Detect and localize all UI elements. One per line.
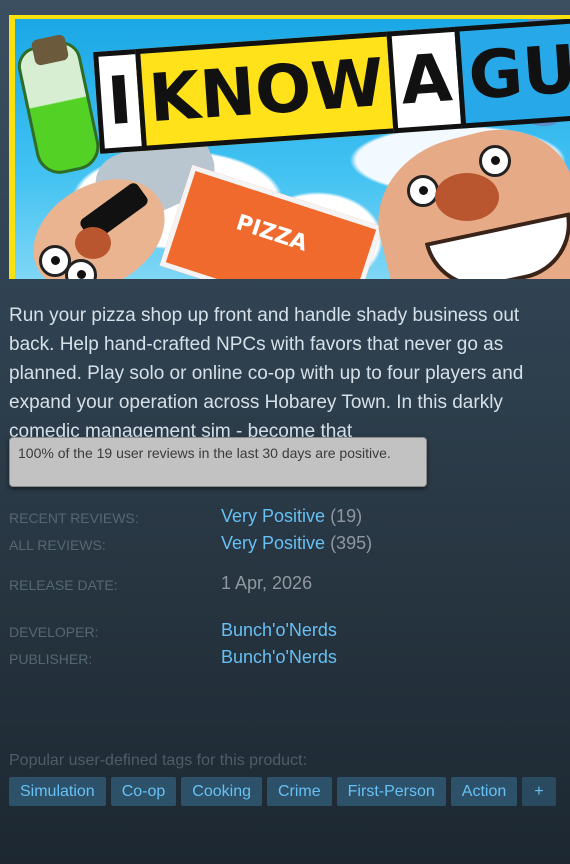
recent-reviews-row: RECENT REVIEWS: Very Positive (19)	[9, 506, 559, 530]
recent-reviews-summary[interactable]: Very Positive (19)	[221, 506, 362, 527]
game-capsule-image: PIZZA I KNOW A GUY	[9, 15, 570, 279]
review-tooltip: 100% of the 19 user reviews in the last …	[9, 437, 427, 487]
game-description: Run your pizza shop up front and handle …	[9, 305, 524, 442]
logo-part: GUY	[454, 15, 570, 129]
recent-reviews-rating[interactable]: Very Positive	[221, 506, 325, 526]
publisher-row: PUBLISHER: Bunch'o'Nerds	[9, 647, 559, 671]
capsule-eye	[407, 175, 439, 207]
tag-simulation[interactable]: Simulation	[9, 777, 106, 806]
all-reviews-label: ALL REVIEWS:	[9, 537, 106, 553]
all-reviews-count: (395)	[330, 533, 373, 553]
tag-co-op[interactable]: Co-op	[110, 777, 177, 806]
release-date-value: 1 Apr, 2026	[221, 573, 313, 593]
all-reviews-summary[interactable]: Very Positive (395)	[221, 533, 372, 554]
publisher-label: PUBLISHER:	[9, 651, 93, 667]
all-reviews-row: ALL REVIEWS: Very Positive (395)	[9, 533, 559, 557]
tag-cooking[interactable]: Cooking	[181, 777, 262, 806]
logo-part: A	[386, 26, 467, 134]
developer-row: DEVELOPER: Bunch'o'Nerds	[9, 620, 559, 644]
recent-reviews-count: (19)	[330, 506, 363, 526]
release-date-label: RELEASE DATE:	[9, 577, 118, 593]
publisher-link[interactable]: Bunch'o'Nerds	[221, 647, 337, 668]
add-tag-button[interactable]: +	[522, 777, 556, 806]
capsule-eye	[479, 145, 511, 177]
logo-part: KNOW	[134, 31, 399, 151]
capsule-frame	[9, 15, 15, 279]
recent-reviews-label: RECENT REVIEWS:	[9, 510, 139, 526]
tags-heading: Popular user-defined tags for this produ…	[9, 752, 307, 769]
all-reviews-rating[interactable]: Very Positive	[221, 533, 325, 553]
developer-label: DEVELOPER:	[9, 624, 99, 640]
capsule-character-nose	[435, 173, 499, 221]
release-date-row: RELEASE DATE: 1 Apr, 2026	[9, 573, 559, 597]
tag-crime[interactable]: Crime	[266, 777, 332, 806]
tag-list: Simulation Co-op Cooking Crime First-Per…	[9, 777, 556, 806]
capsule-frame	[9, 15, 570, 19]
capsule-character-nose	[75, 227, 111, 259]
tag-first-person[interactable]: First-Person	[336, 777, 446, 806]
developer-link[interactable]: Bunch'o'Nerds	[221, 620, 337, 641]
tag-action[interactable]: Action	[450, 777, 518, 806]
